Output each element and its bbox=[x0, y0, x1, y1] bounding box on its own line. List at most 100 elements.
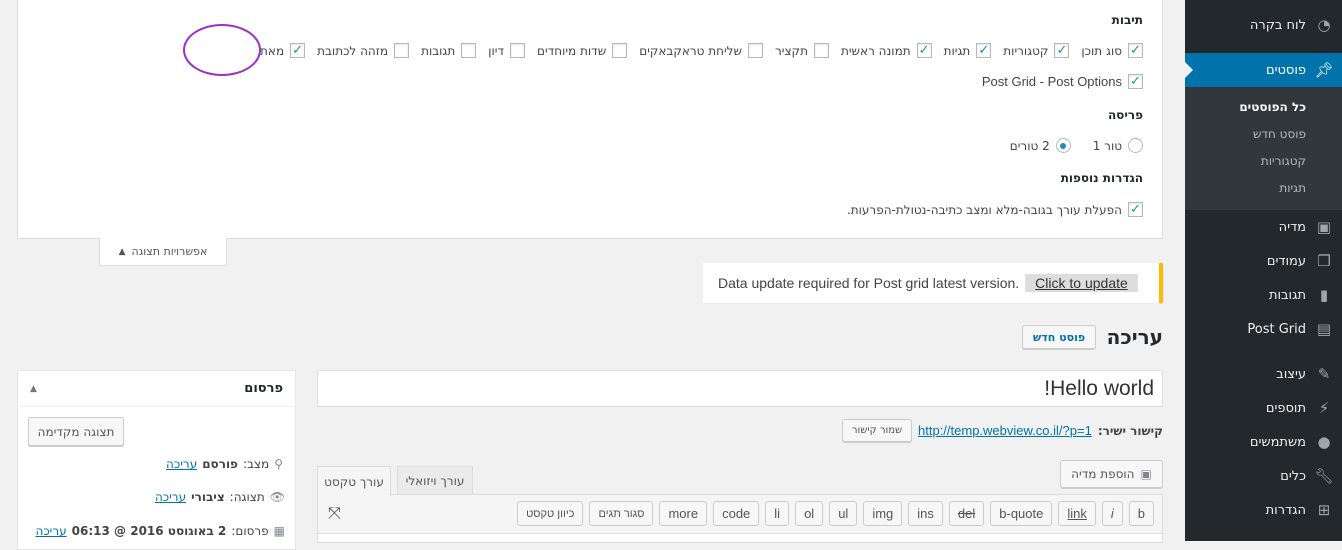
edit-status-link[interactable]: עריכה bbox=[166, 457, 197, 471]
quicktag-button[interactable]: סגור תגים bbox=[589, 501, 654, 526]
checkbox[interactable] bbox=[747, 43, 763, 58]
checkbox-item[interactable]: ✓ קטגוריות bbox=[1003, 43, 1070, 58]
checkbox[interactable]: ✓ bbox=[976, 43, 992, 58]
menu-dashboard[interactable]: ◔ לוח בקרה bbox=[1185, 8, 1342, 42]
menu-appearance[interactable]: ✎ עיצוב bbox=[1185, 357, 1342, 391]
preview-button[interactable]: תצוגה מקדימה bbox=[28, 417, 124, 446]
menu-label: לוח בקרה bbox=[1249, 17, 1306, 33]
tab-visual[interactable]: עורך ויזואלי bbox=[397, 466, 473, 495]
appearance-icon: ✎ bbox=[1317, 365, 1331, 383]
calendar-icon: ▦ bbox=[273, 524, 285, 538]
checkbox-item[interactable]: ✓ סוג תוכן bbox=[1081, 43, 1143, 58]
menu-plugins[interactable]: ⚡︎ תוספים bbox=[1185, 391, 1342, 425]
quicktag-button[interactable]: more bbox=[659, 501, 708, 526]
checkbox-item[interactable]: דיון bbox=[488, 43, 526, 58]
checkbox[interactable] bbox=[461, 43, 477, 58]
menu-tools[interactable]: 🔧︎ כלים bbox=[1185, 459, 1342, 493]
quicktag-button[interactable]: link bbox=[1058, 501, 1096, 526]
checkbox-item[interactable]: תקציר bbox=[775, 43, 829, 58]
quicktags-toolbar: b i link b-quote del ins img ul ol li code more סגור… bbox=[317, 494, 1163, 534]
checkbox-item[interactable]: מזהה לכתובת bbox=[317, 43, 410, 58]
menu-post-grid[interactable]: ▤ Post Grid bbox=[1185, 312, 1342, 346]
pages-icon: ❐ bbox=[1317, 252, 1331, 270]
post-title-input[interactable]: Hello world! bbox=[317, 370, 1163, 407]
collapse-icon[interactable]: ▲ bbox=[30, 384, 37, 394]
quicktag-button[interactable]: ul bbox=[829, 501, 858, 526]
quicktag-button[interactable]: del bbox=[948, 501, 985, 526]
quicktag-button[interactable]: code bbox=[713, 501, 760, 526]
menu-posts[interactable]: 📌︎ פוסטים bbox=[1185, 53, 1342, 87]
quicktag-button[interactable]: כיוון טקסט bbox=[517, 501, 584, 526]
menu-comments[interactable]: ▮ תגובות bbox=[1185, 278, 1342, 312]
quicktag-button[interactable]: img bbox=[863, 501, 903, 526]
toggle-label: אפשרויות תצוגה bbox=[131, 245, 208, 258]
checkbox[interactable] bbox=[510, 43, 526, 58]
quicktag-button[interactable]: b bbox=[1128, 501, 1154, 526]
checkbox-label: Post Grid - Post Options bbox=[981, 74, 1122, 89]
radio-label: 2 טורים bbox=[1009, 138, 1050, 153]
checkbox-item[interactable]: ✓ תגיות bbox=[944, 43, 992, 58]
checkbox-item[interactable]: שליחת טראקבאקים bbox=[639, 43, 763, 58]
comments-icon: ▮ bbox=[1319, 286, 1329, 304]
dashboard-icon: ◔ bbox=[1317, 16, 1331, 34]
checkbox-label: דיון bbox=[488, 43, 505, 58]
checkbox[interactable]: ✓ bbox=[916, 43, 932, 58]
submenu-all-posts[interactable]: כל הפוסטים bbox=[1239, 100, 1306, 114]
checkbox-label: תמונה ראשית bbox=[840, 43, 911, 58]
checkbox-item[interactable]: תגובות bbox=[421, 43, 477, 58]
publish-box: פרסום ▲ תצוגה מקדימה ⚲ מצב: פורסם עריכה … bbox=[17, 370, 296, 550]
checkbox[interactable]: ✓ bbox=[1128, 74, 1143, 89]
checkbox[interactable] bbox=[394, 43, 410, 58]
checkbox-item[interactable]: ✓ תמונה ראשית bbox=[841, 43, 932, 58]
submenu-tags[interactable]: תגיות bbox=[1279, 181, 1306, 195]
checkbox-label: שדות מיוחדים bbox=[537, 43, 607, 58]
fullscreen-icon[interactable]: ⤧ bbox=[328, 503, 341, 523]
published-label: פרסום: bbox=[231, 524, 269, 538]
menu-settings[interactable]: ⊞ הגדרות bbox=[1185, 493, 1342, 527]
checkbox-label: מאת bbox=[260, 43, 285, 58]
status-row: ⚲ מצב: פורסם עריכה bbox=[166, 457, 283, 471]
quicktag-button[interactable]: li bbox=[765, 501, 790, 526]
quicktag-button[interactable]: i bbox=[1101, 501, 1123, 526]
radio[interactable] bbox=[1128, 138, 1143, 153]
quicktag-button[interactable]: b-quote bbox=[990, 501, 1053, 526]
click-to-update-button[interactable]: Click to update bbox=[1025, 274, 1138, 292]
editor-textarea[interactable] bbox=[317, 533, 1163, 543]
submenu-categories[interactable]: קטגוריות bbox=[1261, 154, 1306, 168]
radio-one-column[interactable]: טור 1 bbox=[1093, 138, 1143, 153]
screen-options-toggle[interactable]: אפשרויות תצוגה ▲ bbox=[99, 238, 227, 266]
quicktag-button[interactable]: ins bbox=[908, 501, 943, 526]
edit-date-link[interactable]: עריכה bbox=[36, 524, 67, 538]
edit-visibility-link[interactable]: עריכה bbox=[155, 490, 186, 504]
checkbox[interactable]: ✓ bbox=[290, 43, 306, 58]
permalink-url[interactable]: http://temp.webview.co.il/?p=1 bbox=[918, 423, 1092, 438]
checkbox[interactable] bbox=[813, 43, 829, 58]
menu-pages[interactable]: ❐ עמודים bbox=[1185, 244, 1342, 278]
menu-media[interactable]: ▣ מדיה bbox=[1185, 210, 1342, 244]
radio[interactable] bbox=[1055, 138, 1071, 153]
checkbox-post-grid-options[interactable]: ✓ Post Grid - Post Options bbox=[982, 74, 1143, 89]
checkbox[interactable]: ✓ bbox=[1054, 43, 1070, 58]
checkbox[interactable] bbox=[612, 43, 628, 58]
media-icon: ▣ bbox=[1316, 218, 1332, 236]
checkbox-label: קטגוריות bbox=[1003, 43, 1049, 58]
checkbox-item[interactable]: שדות מיוחדים bbox=[537, 43, 628, 58]
radio-two-columns[interactable]: 2 טורים bbox=[1010, 138, 1071, 153]
current-menu-arrow bbox=[1185, 62, 1193, 78]
add-media-button[interactable]: ▣ הוספת מדיה bbox=[1060, 460, 1163, 488]
checkbox-label: הפעלת עורך בגובה-מלא ומצב כתיבה-נטולת-הפ… bbox=[846, 202, 1122, 217]
status-label: מצב: bbox=[242, 457, 270, 471]
checkbox[interactable]: ✓ bbox=[1128, 43, 1143, 58]
checkbox[interactable]: ✓ bbox=[1128, 202, 1143, 217]
quicktag-button[interactable]: ol bbox=[795, 501, 824, 526]
new-post-button[interactable]: פוסט חדש bbox=[1022, 325, 1096, 349]
menu-users[interactable]: ● משתמשים bbox=[1185, 425, 1342, 459]
boxes-row: ✓ סוג תוכן ✓ קטגוריות ✓ תגיות ✓ תמונה ראשית תקצי… bbox=[260, 43, 1143, 58]
checkbox-item[interactable]: ✓ מאת bbox=[260, 43, 306, 58]
tab-text[interactable]: עורך טקסט bbox=[317, 466, 391, 496]
checkbox-fullheight-editor[interactable]: ✓ הפעלת עורך בגובה-מלא ומצב כתיבה-נטולת-ה… bbox=[847, 202, 1143, 217]
menu-label: Post Grid bbox=[1247, 321, 1306, 337]
save-link-button[interactable]: שמור קישור bbox=[842, 419, 913, 442]
permalink-row: קישור ישיר: http://temp.webview.co.il/?p… bbox=[842, 419, 1163, 442]
submenu-new-post[interactable]: פוסט חדש bbox=[1253, 127, 1306, 141]
